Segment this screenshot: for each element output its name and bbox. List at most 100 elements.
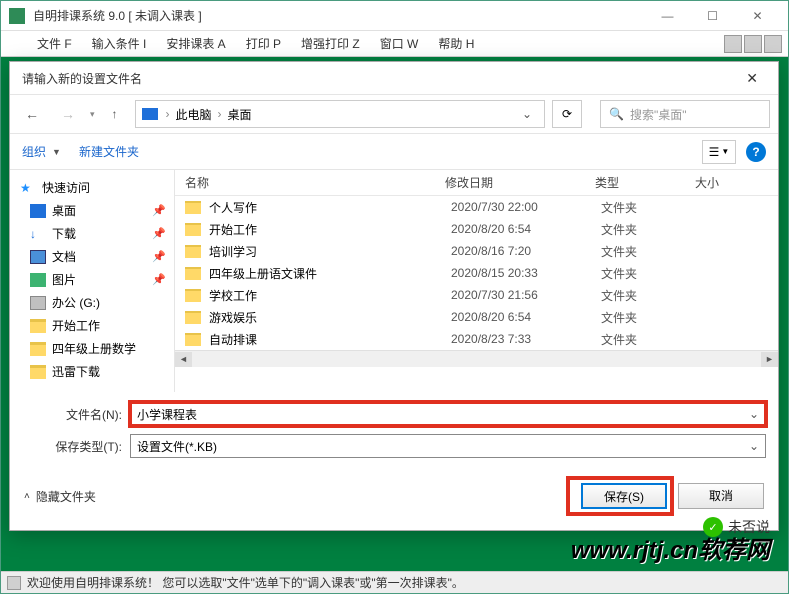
folder-icon — [185, 223, 201, 236]
file-header: 名称 修改日期 类型 大小 — [175, 170, 778, 196]
file-name: 学校工作 — [209, 287, 451, 304]
nav-pane: ★ 快速访问 桌面📌 ↓下载📌 文档📌 图片📌 办公 (G:) 开始工作 四年级… — [10, 170, 175, 392]
statusbar: 欢迎使用自明排课系统！ 您可以选取"文件"选单下的"调入课表"或"第一次排课表"… — [1, 571, 788, 593]
file-row[interactable]: 开始工作2020/8/20 6:54文件夹 — [175, 218, 778, 240]
scroll-track[interactable] — [192, 352, 761, 367]
nav-folder-grade4[interactable]: 四年级上册数学 — [10, 337, 174, 360]
menu-window[interactable]: 窗口 W — [372, 32, 427, 55]
save-button[interactable]: 保存(S) — [581, 483, 667, 509]
picture-icon — [30, 273, 46, 287]
pin-icon: 📌 — [152, 273, 166, 286]
up-button[interactable]: ↑ — [103, 102, 127, 126]
mdi-min-icon[interactable] — [724, 35, 742, 53]
file-row[interactable]: 自动排课2020/8/23 7:33文件夹 — [175, 328, 778, 350]
breadcrumb[interactable]: › 此电脑 › 桌面 ⌄ — [135, 100, 545, 128]
help-button[interactable]: ? — [746, 142, 766, 162]
nav-pictures[interactable]: 图片 📌 — [10, 268, 174, 291]
col-type[interactable]: 类型 — [585, 174, 685, 191]
menu-arrange[interactable]: 安排课表 A — [158, 32, 233, 55]
horizontal-scrollbar[interactable]: ◄ ► — [175, 350, 778, 367]
file-date: 2020/7/30 21:56 — [451, 288, 601, 302]
menu-help[interactable]: 帮助 H — [430, 32, 482, 55]
file-pane: 名称 修改日期 类型 大小 个人写作2020/7/30 22:00文件夹开始工作… — [175, 170, 778, 392]
history-dropdown-icon[interactable]: ▾ — [90, 109, 95, 120]
col-size[interactable]: 大小 — [685, 174, 745, 191]
file-type: 文件夹 — [601, 287, 701, 304]
app-window: 自明排课系统 9.0 [ 未调入课表 ] — ☐ ✕ 文件 F 输入条件 I 安… — [0, 0, 789, 594]
filetype-field[interactable]: 设置文件(*.KB) ⌄ — [130, 434, 766, 458]
search-placeholder: 搜索"桌面" — [630, 106, 687, 123]
cancel-button[interactable]: 取消 — [678, 483, 764, 509]
nav-downloads[interactable]: ↓下载📌 — [10, 222, 174, 245]
scroll-right-icon[interactable]: ► — [761, 352, 778, 367]
mdi-close-icon[interactable] — [764, 35, 782, 53]
filename-input[interactable] — [137, 407, 749, 421]
menubar: 文件 F 输入条件 I 安排课表 A 打印 P 增强打印 Z 窗口 W 帮助 H — [1, 31, 788, 57]
titlebar: 自明排课系统 9.0 [ 未调入课表 ] — ☐ ✕ — [1, 1, 788, 31]
dialog-body: ★ 快速访问 桌面📌 ↓下载📌 文档📌 图片📌 办公 (G:) 开始工作 四年级… — [10, 170, 778, 392]
refresh-button[interactable]: ⟳ — [552, 100, 582, 128]
file-row[interactable]: 培训学习2020/8/16 7:20文件夹 — [175, 240, 778, 262]
hide-folders-toggle[interactable]: ˄ 隐藏文件夹 — [24, 488, 96, 505]
nav-desktop[interactable]: 桌面📌 — [10, 199, 174, 222]
menu-file[interactable]: 文件 F — [29, 32, 80, 55]
organize-dropdown-icon[interactable]: ▼ — [52, 147, 61, 157]
nav-label: 图片 — [52, 271, 76, 288]
download-icon: ↓ — [30, 227, 46, 241]
file-row[interactable]: 学校工作2020/7/30 21:56文件夹 — [175, 284, 778, 306]
col-name[interactable]: 名称 — [175, 174, 435, 191]
quick-access-header[interactable]: ★ 快速访问 — [10, 176, 174, 199]
crumb-root[interactable]: 此电脑 — [172, 106, 216, 123]
minimize-button[interactable]: — — [645, 2, 690, 30]
document-icon — [30, 250, 46, 264]
nav-documents[interactable]: 文档📌 — [10, 245, 174, 268]
forward-button[interactable]: → — [54, 100, 82, 128]
organize-button[interactable]: 组织 — [22, 143, 46, 160]
menu-advprint[interactable]: 增强打印 Z — [293, 32, 368, 55]
file-date: 2020/7/30 22:00 — [451, 200, 601, 214]
nav-label: 文档 — [52, 248, 76, 265]
watermark-text: www.rjtj.cn软荐网 — [571, 530, 770, 565]
file-type: 文件夹 — [601, 199, 701, 216]
crumb-sep: › — [216, 107, 224, 121]
maximize-button[interactable]: ☐ — [690, 2, 735, 30]
crumb-leaf[interactable]: 桌面 — [224, 106, 256, 123]
folder-icon — [30, 342, 46, 356]
filename-dropdown-icon[interactable]: ⌄ — [749, 407, 759, 421]
folder-icon — [185, 245, 201, 258]
nav-label: 桌面 — [52, 202, 76, 219]
folder-icon — [185, 201, 201, 214]
dialog-close-button[interactable]: ✕ — [738, 66, 766, 91]
new-folder-button[interactable]: 新建文件夹 — [79, 143, 139, 160]
chevron-up-icon: ˄ — [24, 491, 30, 502]
back-button[interactable]: ← — [18, 100, 46, 128]
nav-folder-start[interactable]: 开始工作 — [10, 314, 174, 337]
filetype-label: 保存类型(T): — [22, 438, 130, 455]
menu-input[interactable]: 输入条件 I — [84, 32, 155, 55]
pin-icon: 📌 — [152, 227, 166, 240]
search-input[interactable]: 🔍 搜索"桌面" — [600, 100, 770, 128]
nav-drive-g[interactable]: 办公 (G:) — [10, 291, 174, 314]
file-name: 开始工作 — [209, 221, 451, 238]
col-date[interactable]: 修改日期 — [435, 174, 585, 191]
folder-icon — [185, 333, 201, 346]
view-mode-button[interactable]: ☰ ▼ — [702, 140, 736, 164]
crumb-sep: › — [164, 107, 172, 121]
file-row[interactable]: 四年级上册语文课件2020/8/15 20:33文件夹 — [175, 262, 778, 284]
file-name: 个人写作 — [209, 199, 451, 216]
scroll-left-icon[interactable]: ◄ — [175, 352, 192, 367]
save-button-highlight: 保存(S) — [570, 480, 670, 512]
breadcrumb-dropdown-icon[interactable]: ⌄ — [516, 107, 538, 121]
filetype-dropdown-icon[interactable]: ⌄ — [749, 439, 759, 453]
menu-print[interactable]: 打印 P — [238, 32, 289, 55]
file-row[interactable]: 个人写作2020/7/30 22:00文件夹 — [175, 196, 778, 218]
nav-folder-xunlei[interactable]: 迅雷下载 — [10, 360, 174, 383]
mdi-restore-icon[interactable] — [744, 35, 762, 53]
file-date: 2020/8/15 20:33 — [451, 266, 601, 280]
menubar-icon — [7, 37, 21, 51]
close-window-button[interactable]: ✕ — [735, 2, 780, 30]
file-row[interactable]: 游戏娱乐2020/8/20 6:54文件夹 — [175, 306, 778, 328]
file-date: 2020/8/20 6:54 — [451, 310, 601, 324]
folder-icon — [185, 289, 201, 302]
filename-field[interactable]: ⌄ — [130, 402, 766, 426]
